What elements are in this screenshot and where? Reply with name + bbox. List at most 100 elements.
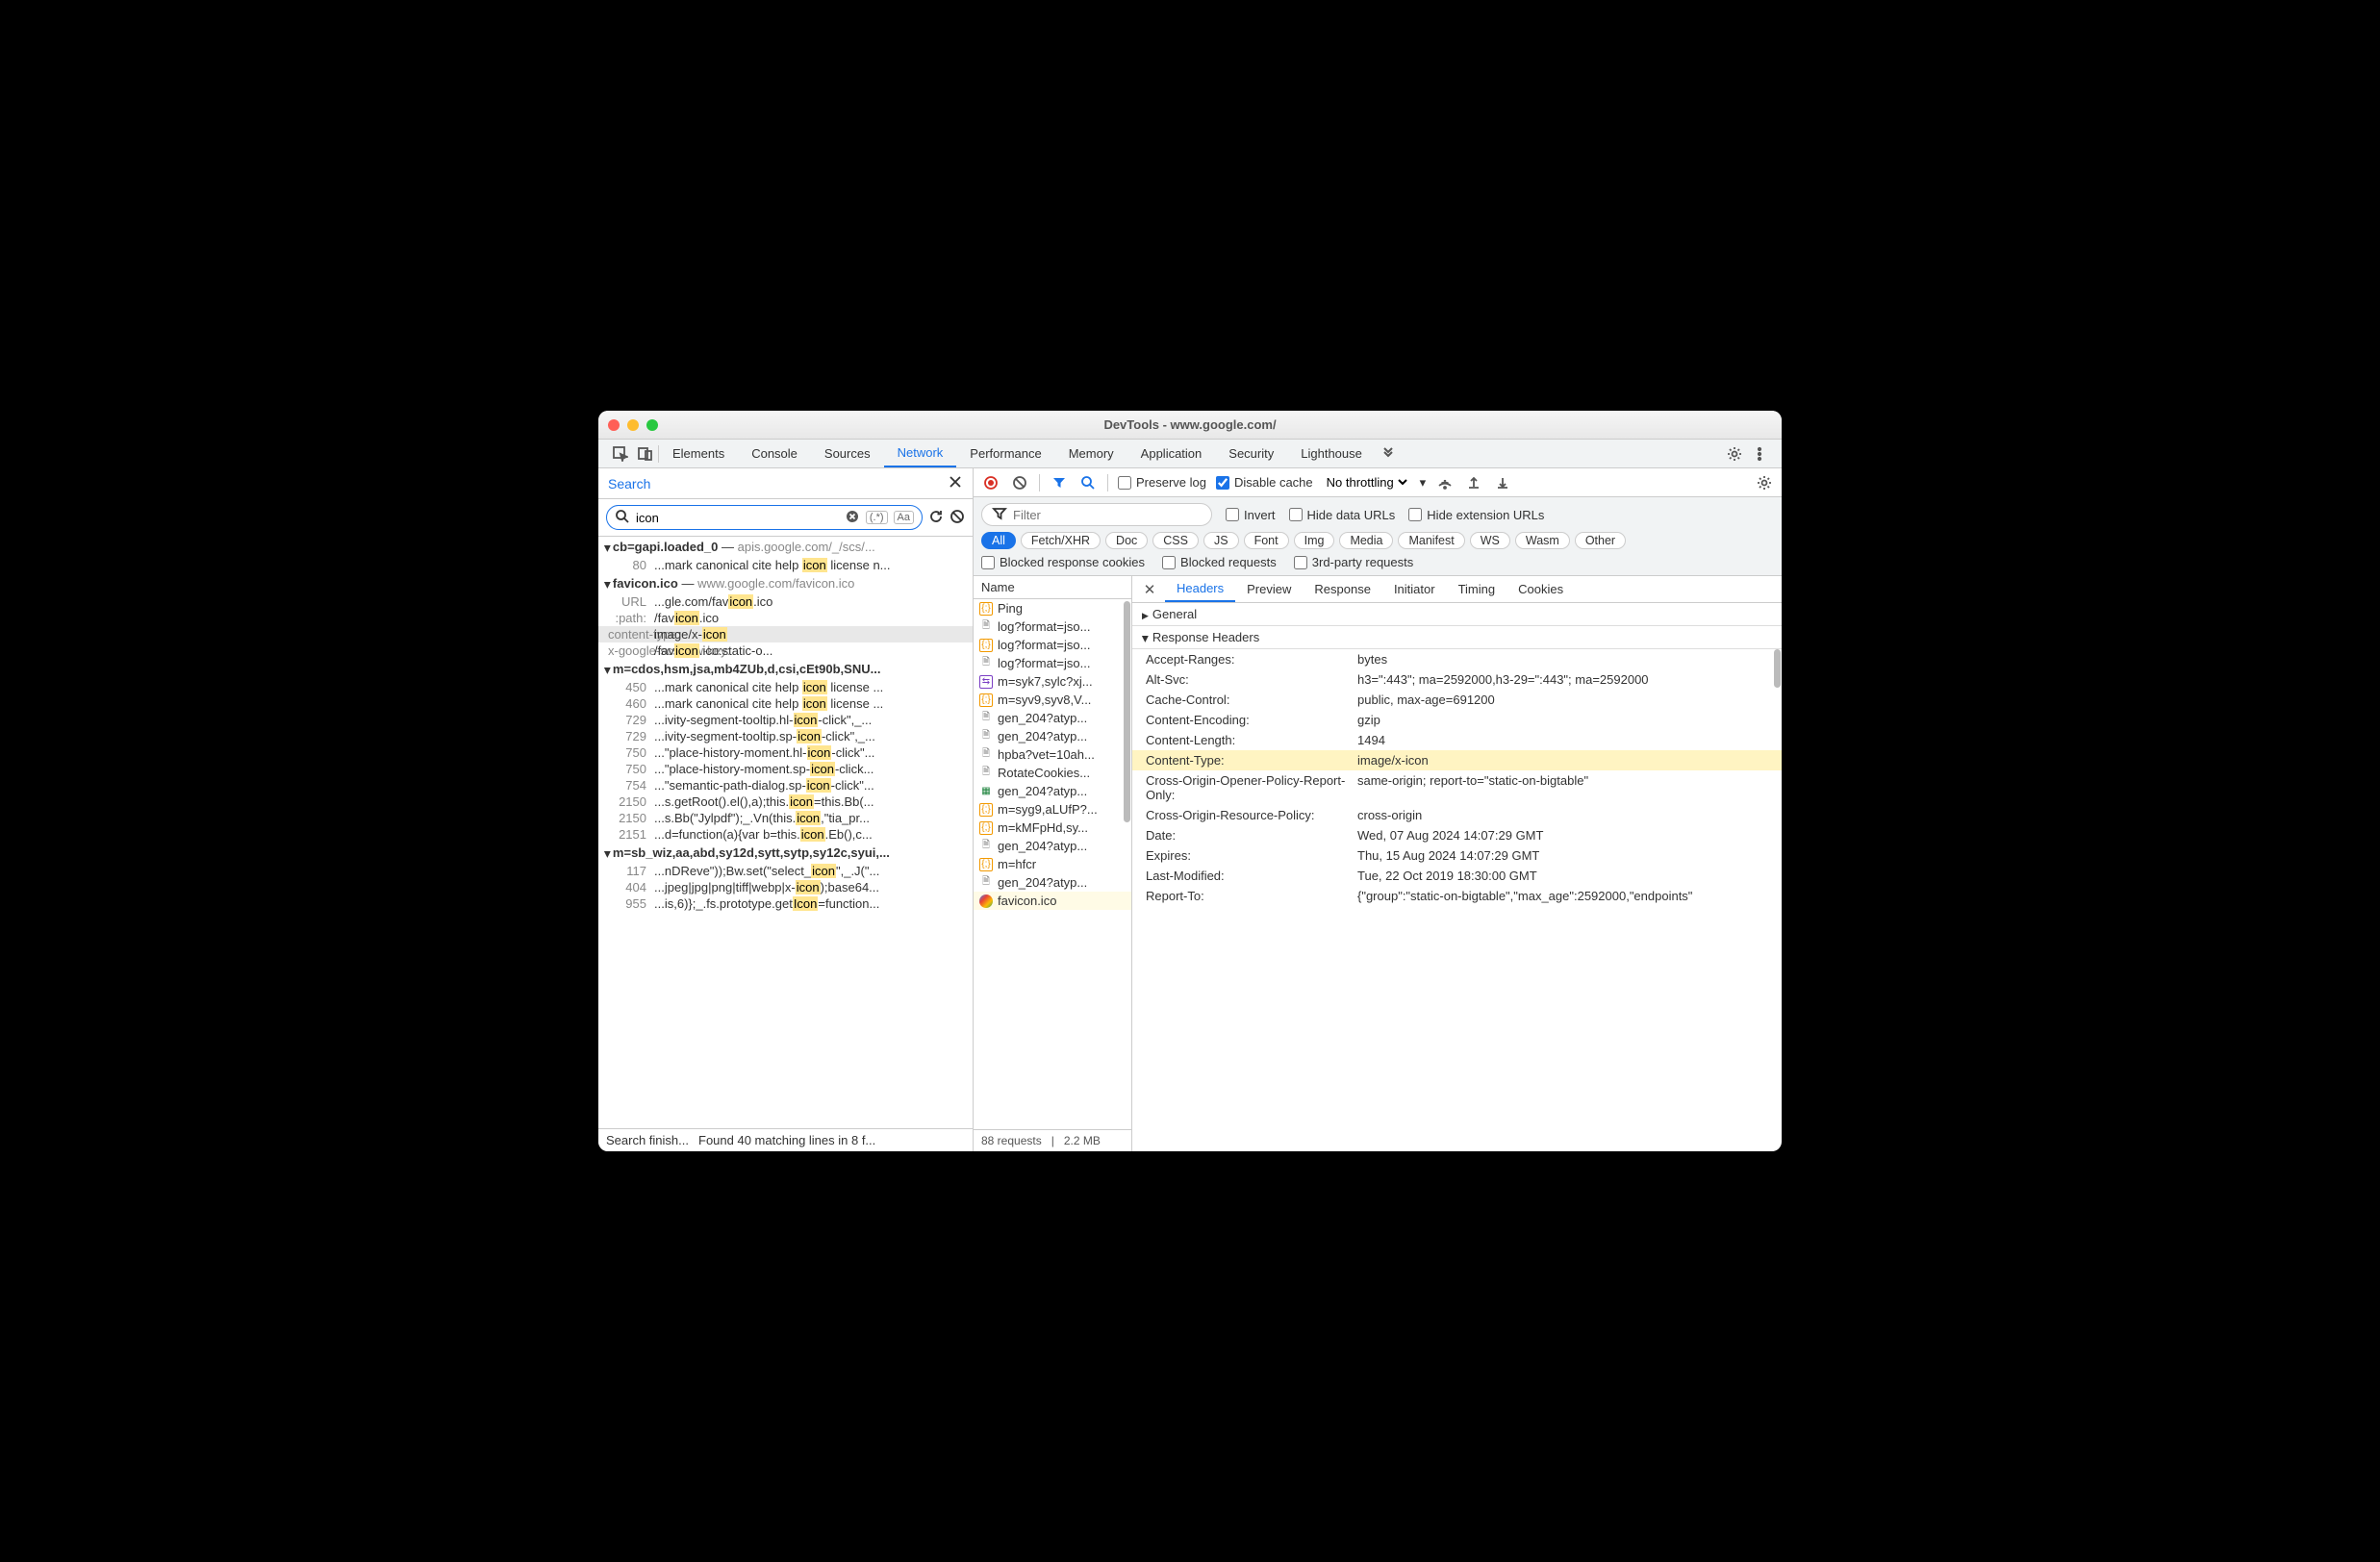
filter-chip-css[interactable]: CSS — [1152, 532, 1199, 549]
network-conditions-icon[interactable] — [1435, 473, 1455, 492]
filter-chip-js[interactable]: JS — [1203, 532, 1239, 549]
throttling-select[interactable]: No throttling — [1323, 474, 1410, 491]
filter-chip-doc[interactable]: Doc — [1105, 532, 1148, 549]
response-headers-list[interactable]: Accept-Ranges:bytesAlt-Svc:h3=":443"; ma… — [1132, 649, 1782, 1151]
blocked-cookies-checkbox[interactable]: Blocked response cookies — [981, 555, 1145, 569]
request-row[interactable]: {;}m=hfcr — [974, 855, 1131, 873]
filter-icon[interactable] — [1050, 473, 1069, 492]
search-match-row[interactable]: 117...nDReve"));Bw.set("select_icon",_.J… — [598, 863, 973, 879]
invert-checkbox[interactable]: Invert — [1226, 508, 1276, 522]
more-panels-icon[interactable] — [1376, 446, 1401, 462]
device-toolbar-icon[interactable] — [633, 446, 658, 462]
search-match-row[interactable]: 729...ivity-segment-tooltip.hl-icon-clic… — [598, 712, 973, 728]
search-toolbar-icon[interactable] — [1078, 473, 1098, 492]
header-row[interactable]: Cross-Origin-Opener-Policy-Report-Only:s… — [1132, 770, 1782, 805]
search-match-row[interactable]: 404...jpeg|jpg|png|tiff|webp|x-icon);bas… — [598, 879, 973, 895]
search-file-header[interactable]: ▶favicon.ico — www.google.com/favicon.ic… — [598, 573, 973, 593]
network-settings-icon[interactable] — [1755, 473, 1774, 492]
request-row[interactable]: {;}m=kMFpHd,sy... — [974, 819, 1131, 837]
request-row[interactable]: ▦gen_204?atyp... — [974, 782, 1131, 800]
search-match-row[interactable]: 729...ivity-segment-tooltip.sp-icon-clic… — [598, 728, 973, 744]
search-match-row[interactable]: 2151...d=function(a){var b=this.icon.Eb(… — [598, 826, 973, 843]
filter-chip-wasm[interactable]: Wasm — [1515, 532, 1570, 549]
preserve-log-checkbox[interactable]: Preserve log — [1118, 475, 1206, 490]
header-row[interactable]: Date:Wed, 07 Aug 2024 14:07:29 GMT — [1132, 825, 1782, 845]
header-row[interactable]: Expires:Thu, 15 Aug 2024 14:07:29 GMT — [1132, 845, 1782, 866]
headers-scrollbar[interactable] — [1774, 649, 1781, 688]
header-row[interactable]: Cross-Origin-Resource-Policy:cross-origi… — [1132, 805, 1782, 825]
request-row[interactable]: 🗎hpba?vet=10ah... — [974, 745, 1131, 764]
third-party-checkbox[interactable]: 3rd-party requests — [1294, 555, 1414, 569]
header-row[interactable]: Content-Encoding:gzip — [1132, 710, 1782, 730]
panel-tab-network[interactable]: Network — [884, 440, 957, 467]
request-row[interactable]: ⇆m=syk7,sylc?xj... — [974, 672, 1131, 691]
clear-all-icon[interactable] — [949, 509, 965, 527]
regex-toggle[interactable]: (.*) — [866, 511, 888, 524]
record-button[interactable] — [981, 473, 1000, 492]
hide-data-urls-checkbox[interactable]: Hide data URLs — [1289, 508, 1396, 522]
detail-tab-cookies[interactable]: Cookies — [1506, 576, 1575, 602]
download-har-icon[interactable] — [1493, 473, 1512, 492]
header-row[interactable]: Content-Type:image/x-icon — [1132, 750, 1782, 770]
general-section[interactable]: ▶General — [1132, 603, 1782, 626]
header-row[interactable]: Accept-Ranges:bytes — [1132, 649, 1782, 669]
hide-extension-urls-checkbox[interactable]: Hide extension URLs — [1408, 508, 1544, 522]
filter-chip-fetchxhr[interactable]: Fetch/XHR — [1021, 532, 1101, 549]
search-match-row[interactable]: 460...mark canonical cite help icon lice… — [598, 695, 973, 712]
request-list-header[interactable]: Name — [974, 576, 1131, 599]
search-match-row[interactable]: 80...mark canonical cite help icon licen… — [598, 557, 973, 573]
panel-tab-application[interactable]: Application — [1127, 440, 1216, 467]
search-match-row[interactable]: 2150...s.getRoot().el(),a);this.icon=thi… — [598, 794, 973, 810]
search-match-row[interactable]: 750..."place-history-moment.hl-icon-clic… — [598, 744, 973, 761]
header-row[interactable]: Last-Modified:Tue, 22 Oct 2019 18:30:00 … — [1132, 866, 1782, 886]
clear-button[interactable] — [1010, 473, 1029, 492]
request-row[interactable]: {;}m=syv9,syv8,V... — [974, 691, 1131, 709]
filter-chip-all[interactable]: All — [981, 532, 1016, 549]
search-match-row[interactable]: 450...mark canonical cite help icon lice… — [598, 679, 973, 695]
header-row[interactable]: Cache-Control:public, max-age=691200 — [1132, 690, 1782, 710]
detail-tab-headers[interactable]: Headers — [1165, 576, 1235, 602]
header-row[interactable]: Report-To:{"group":"static-on-bigtable",… — [1132, 886, 1782, 906]
filter-chip-ws[interactable]: WS — [1470, 532, 1510, 549]
filter-input[interactable] — [1013, 508, 1202, 522]
detail-tab-preview[interactable]: Preview — [1235, 576, 1303, 602]
panel-tab-security[interactable]: Security — [1215, 440, 1287, 467]
search-match-row[interactable]: content-type:image/x-icon — [598, 626, 973, 642]
panel-tab-lighthouse[interactable]: Lighthouse — [1287, 440, 1376, 467]
request-row[interactable]: 🗎gen_204?atyp... — [974, 727, 1131, 745]
filter-chip-other[interactable]: Other — [1575, 532, 1626, 549]
header-row[interactable]: Content-Length:1494 — [1132, 730, 1782, 750]
request-list-scrollbar[interactable] — [1124, 601, 1130, 822]
close-search-icon[interactable] — [948, 474, 963, 492]
settings-icon[interactable] — [1722, 446, 1747, 462]
detail-tab-timing[interactable]: Timing — [1447, 576, 1507, 602]
close-detail-icon[interactable]: ✕ — [1138, 581, 1161, 598]
search-match-row[interactable]: 955...is,6)};_.fs.prototype.getIcon=func… — [598, 895, 973, 912]
panel-tab-memory[interactable]: Memory — [1055, 440, 1127, 467]
inspect-icon[interactable] — [608, 446, 633, 462]
request-row[interactable]: {;}Ping — [974, 599, 1131, 617]
panel-tab-performance[interactable]: Performance — [956, 440, 1054, 467]
request-row[interactable]: 🗎gen_204?atyp... — [974, 709, 1131, 727]
request-row[interactable]: 🗎RotateCookies... — [974, 764, 1131, 782]
case-toggle[interactable]: Aa — [894, 511, 914, 524]
request-row[interactable]: 🗎log?format=jso... — [974, 617, 1131, 636]
clear-search-icon[interactable] — [845, 509, 860, 527]
request-row[interactable]: 🗎log?format=jso... — [974, 654, 1131, 672]
kebab-menu-icon[interactable] — [1747, 446, 1772, 462]
detail-tab-response[interactable]: Response — [1303, 576, 1382, 602]
filter-chip-manifest[interactable]: Manifest — [1398, 532, 1464, 549]
search-file-header[interactable]: ▶m=cdos,hsm,jsa,mb4ZUb,d,csi,cEt90b,SNU.… — [598, 659, 973, 679]
filter-chip-img[interactable]: Img — [1294, 532, 1335, 549]
header-row[interactable]: Alt-Svc:h3=":443"; ma=2592000,h3-29=":44… — [1132, 669, 1782, 690]
panel-tab-console[interactable]: Console — [738, 440, 811, 467]
search-match-row[interactable]: 750..."place-history-moment.sp-icon-clic… — [598, 761, 973, 777]
panel-tab-elements[interactable]: Elements — [659, 440, 738, 467]
search-input[interactable] — [636, 511, 839, 525]
request-row[interactable]: {;}log?format=jso... — [974, 636, 1131, 654]
search-match-row[interactable]: URL...gle.com/favicon.ico — [598, 593, 973, 610]
response-headers-section[interactable]: ▶Response Headers — [1132, 626, 1782, 649]
detail-tab-initiator[interactable]: Initiator — [1382, 576, 1447, 602]
upload-har-icon[interactable] — [1464, 473, 1483, 492]
search-file-header[interactable]: ▶cb=gapi.loaded_0 — apis.google.com/_/sc… — [598, 537, 973, 557]
